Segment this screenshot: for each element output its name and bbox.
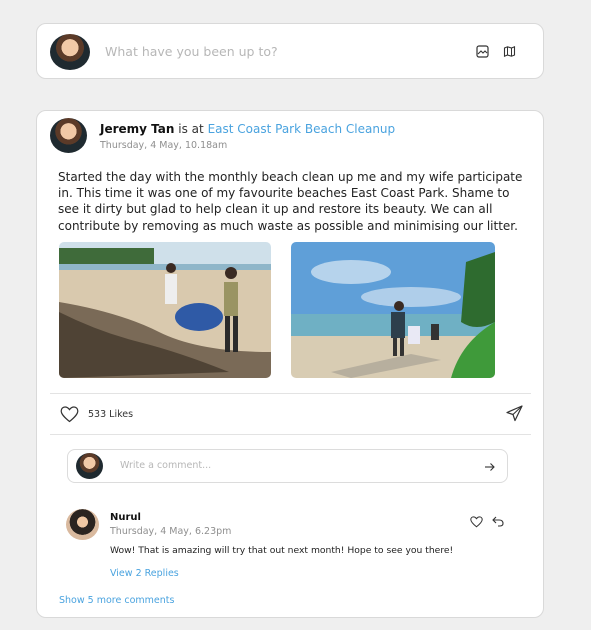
comment-input-box[interactable]: Write a comment... bbox=[67, 449, 508, 483]
post-composer: What have you been up to? bbox=[36, 23, 544, 79]
heart-icon[interactable] bbox=[59, 405, 79, 423]
commenter-avatar bbox=[76, 453, 103, 479]
reply-icon[interactable] bbox=[491, 514, 505, 528]
map-icon[interactable] bbox=[502, 44, 516, 58]
comment-like-icon[interactable] bbox=[469, 515, 483, 528]
post-photo-2[interactable] bbox=[291, 242, 495, 378]
social-feed: What have you been up to? Jeremy Tan is … bbox=[0, 0, 591, 630]
connector-text: is at bbox=[178, 122, 204, 136]
comment-author-avatar[interactable] bbox=[66, 509, 99, 540]
author-avatar[interactable] bbox=[50, 118, 87, 153]
image-icon[interactable] bbox=[475, 44, 489, 58]
likes-count[interactable]: 533 Likes bbox=[88, 409, 133, 420]
comment-text: Wow! That is amazing will try that out n… bbox=[110, 545, 454, 556]
show-more-comments-link[interactable]: Show 5 more comments bbox=[59, 595, 174, 606]
send-icon[interactable] bbox=[505, 404, 523, 422]
divider-top bbox=[50, 393, 531, 394]
composer-input[interactable]: What have you been up to? bbox=[105, 44, 445, 59]
location-link[interactable]: East Coast Park Beach Cleanup bbox=[208, 122, 396, 136]
comment-author[interactable]: Nurul bbox=[110, 512, 141, 523]
submit-arrow-icon[interactable] bbox=[482, 460, 496, 474]
author-name[interactable]: Jeremy Tan bbox=[100, 122, 174, 136]
comment-input[interactable]: Write a comment... bbox=[120, 460, 211, 471]
divider-bottom bbox=[50, 434, 531, 435]
composer-avatar[interactable] bbox=[50, 34, 90, 70]
view-replies-link[interactable]: View 2 Replies bbox=[110, 568, 179, 579]
post-card: Jeremy Tan is at East Coast Park Beach C… bbox=[36, 110, 544, 618]
comment-timestamp: Thursday, 4 May, 6.23pm bbox=[110, 526, 232, 537]
post-timestamp: Thursday, 4 May, 10.18am bbox=[100, 140, 228, 151]
post-header: Jeremy Tan is at East Coast Park Beach C… bbox=[100, 122, 395, 136]
post-body: Started the day with the monthly beach c… bbox=[58, 170, 523, 233]
post-photo-1[interactable] bbox=[59, 242, 271, 378]
